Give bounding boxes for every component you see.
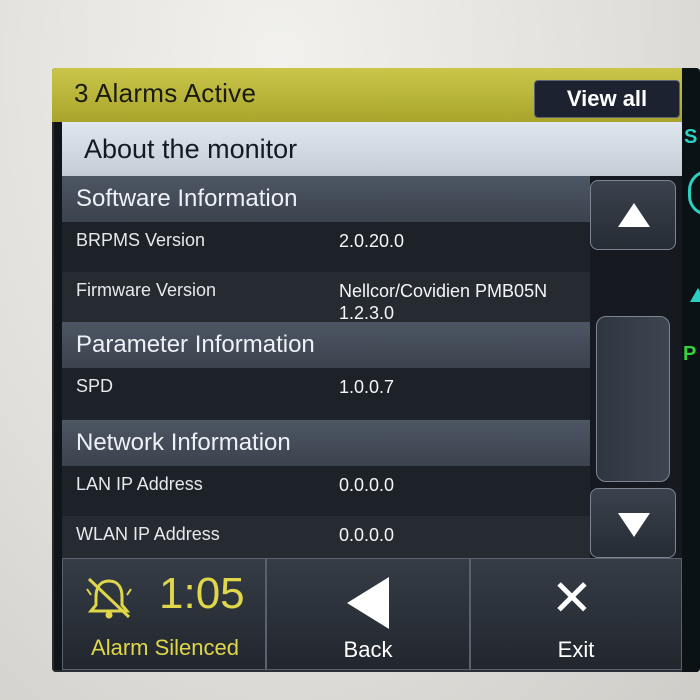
bell-silenced-icon <box>86 577 132 619</box>
alarm-status-text: 3 Alarms Active <box>74 78 257 108</box>
page-title: About the monitor <box>84 134 298 164</box>
scroll-controls <box>590 176 682 558</box>
scroll-up-button[interactable] <box>590 180 676 250</box>
bottom-toolbar: 1:05 Alarm Silenced Back ✕ Exit <box>62 558 682 672</box>
row-label: Firmware Version <box>76 280 217 300</box>
page-title-bar: About the monitor <box>62 122 682 176</box>
back-button[interactable]: Back <box>266 558 470 670</box>
scroll-up-icon <box>618 203 650 227</box>
row-value: Nellcor/Covidien PMB05N 1.2.3.0 <box>339 280 589 324</box>
row-value: 1.0.0.7 <box>339 377 395 397</box>
exit-label: Exit <box>557 637 595 662</box>
alarm-silence-button[interactable]: 1:05 Alarm Silenced <box>62 558 266 670</box>
info-list: Software Information BRPMS Version 2.0.2… <box>62 176 590 566</box>
info-row: SPD 1.0.0.7 <box>62 368 590 418</box>
exit-x-icon: ✕ <box>551 569 593 627</box>
back-arrow-icon <box>347 577 389 629</box>
row-value: 0.0.0.0 <box>339 475 395 495</box>
scroll-down-button[interactable] <box>590 488 676 558</box>
section-header-software: Software Information <box>62 176 590 222</box>
side-indicator-p: P <box>683 343 697 365</box>
row-value: 0.0.0.0 <box>339 525 395 545</box>
back-label: Back <box>343 637 393 662</box>
side-parameter-strip <box>682 68 700 672</box>
row-label: WLAN IP Address <box>76 524 220 544</box>
exit-button[interactable]: ✕ Exit <box>470 558 682 670</box>
row-label: SPD <box>76 376 114 396</box>
scroll-down-icon <box>618 513 650 537</box>
scrollbar-thumb[interactable] <box>596 316 670 482</box>
alarm-silenced-label: Alarm Silenced <box>91 635 239 660</box>
silence-timer: 1:05 <box>159 569 245 618</box>
info-row: BRPMS Version 2.0.20.0 <box>62 222 590 272</box>
row-value-line1: Nellcor/Covidien PMB05N <box>339 281 548 301</box>
info-row: LAN IP Address 0.0.0.0 <box>62 466 590 516</box>
section-header-parameter: Parameter Information <box>62 322 590 368</box>
side-triangle-icon <box>690 288 700 302</box>
side-indicator-s: S <box>684 126 698 148</box>
row-label: LAN IP Address <box>76 474 203 494</box>
row-label: BRPMS Version <box>76 230 206 250</box>
row-value: 2.0.20.0 <box>339 231 405 251</box>
view-all-button[interactable]: View all <box>534 80 680 118</box>
info-row: Firmware Version Nellcor/Covidien PMB05N… <box>62 272 590 324</box>
alarm-bar: 3 Alarms Active View all <box>52 68 682 122</box>
monitor-screen: 3 Alarms Active View all S P About the m… <box>52 68 700 672</box>
section-header-network: Network Information <box>62 420 590 466</box>
row-value-line2: 1.2.3.0 <box>339 303 395 323</box>
